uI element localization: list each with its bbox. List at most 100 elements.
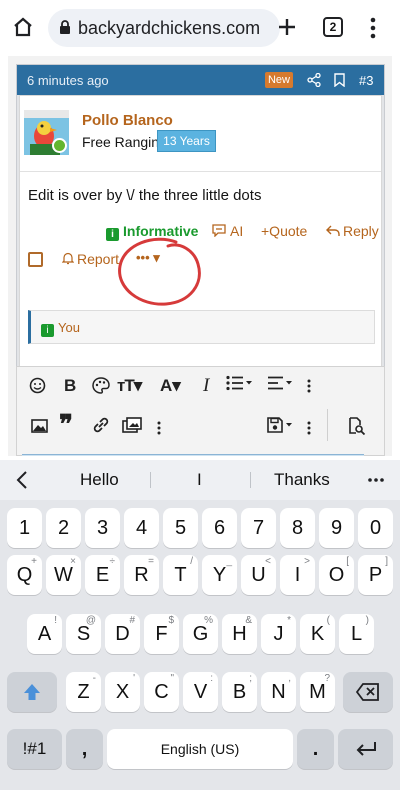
key-label: 2	[57, 517, 70, 539]
key-c[interactable]: " C	[144, 672, 179, 712]
suggestion-2[interactable]: I	[197, 470, 202, 490]
key-p[interactable]: ] P	[358, 555, 393, 595]
key-q[interactable]: + Q	[7, 555, 42, 595]
italic-icon[interactable]: I	[203, 375, 209, 397]
key-k[interactable]: (K	[300, 614, 335, 654]
select-post-checkbox[interactable]	[28, 252, 43, 267]
image-icon[interactable]	[31, 417, 48, 439]
key-b[interactable]: ; B	[222, 672, 257, 712]
post-timestamp[interactable]: 6 minutes ago	[27, 73, 109, 88]
key-7[interactable]: 7	[241, 508, 276, 548]
key-label: 4	[135, 517, 148, 539]
smile-icon[interactable]	[29, 377, 46, 399]
page-gutter	[0, 56, 8, 456]
preview-icon[interactable]	[347, 417, 366, 439]
font-color-icon[interactable]: A▾	[160, 375, 181, 397]
key-label: J	[273, 623, 284, 645]
key-0[interactable]: 0	[358, 508, 393, 548]
key-e[interactable]: ÷ E	[85, 555, 120, 595]
home-icon[interactable]	[12, 16, 34, 38]
key-hint: $	[168, 615, 174, 626]
key-1[interactable]: 1	[7, 508, 42, 548]
media-icon[interactable]	[122, 417, 142, 439]
palette-icon[interactable]	[92, 377, 110, 399]
enter-key[interactable]	[338, 729, 393, 769]
key-label: 7	[252, 517, 265, 539]
key-d[interactable]: # D	[105, 614, 140, 654]
link-icon[interactable]	[92, 417, 110, 439]
key-hint: -	[92, 673, 96, 684]
key-l[interactable]: ) L	[339, 614, 374, 654]
key-z[interactable]: -Z	[66, 672, 101, 712]
shift-key[interactable]	[7, 672, 57, 712]
comma-key[interactable]: ,	[66, 729, 103, 769]
share-icon[interactable]	[307, 73, 321, 87]
quote-button[interactable]: +Quote	[261, 223, 307, 239]
list-icon[interactable]	[226, 375, 252, 397]
more-vertical-icon[interactable]	[157, 419, 161, 441]
key-hint: )	[365, 615, 369, 626]
period-key[interactable]: .	[297, 729, 334, 769]
key-hint: ,	[288, 673, 291, 684]
key-hint: *	[287, 615, 291, 626]
key-s[interactable]: @ S	[66, 614, 101, 654]
reply-button[interactable]: Reply	[326, 223, 379, 239]
key-h[interactable]: & H	[222, 614, 257, 654]
key-g[interactable]: % G	[183, 614, 218, 654]
editor-text-area[interactable]	[22, 454, 364, 456]
username-link[interactable]: Pollo Blanco	[82, 112, 173, 129]
key-6[interactable]: 6	[202, 508, 237, 548]
report-button[interactable]: Report	[61, 251, 119, 267]
more-vertical-icon[interactable]	[307, 377, 311, 399]
key-o[interactable]: [O	[319, 555, 354, 595]
text-size-icon[interactable]: тT▾	[117, 375, 142, 397]
key-label: K	[310, 623, 325, 645]
bookmark-icon[interactable]	[334, 73, 345, 87]
key-v[interactable]: :V	[183, 672, 218, 712]
address-bar[interactable]: backyardchickens.com	[48, 9, 280, 47]
key-9[interactable]: 9	[319, 508, 354, 548]
key-w[interactable]: × W	[46, 555, 81, 595]
key-5[interactable]: 5	[163, 508, 198, 548]
suggestion-3[interactable]: Thanks	[274, 470, 330, 490]
key-8[interactable]: 8	[280, 508, 315, 548]
symbols-key[interactable]: !#1	[7, 729, 62, 769]
bold-icon[interactable]: B	[64, 375, 76, 397]
backspace-key[interactable]	[343, 672, 393, 712]
key-r[interactable]: = R	[124, 555, 159, 595]
tab-switcher-button[interactable]: 2	[323, 17, 343, 37]
key-j[interactable]: * J	[261, 614, 296, 654]
save-draft-icon[interactable]	[267, 417, 295, 439]
key-label: Z	[77, 681, 90, 703]
browser-menu-icon[interactable]	[370, 17, 376, 39]
key-3[interactable]: 3	[85, 508, 120, 548]
key-x[interactable]: ' X	[105, 672, 140, 712]
key-label: F	[155, 623, 168, 645]
quote-icon[interactable]: ❞	[59, 412, 73, 438]
key-m[interactable]: ? M	[300, 672, 335, 712]
suggestion-1[interactable]: Hello	[80, 470, 119, 490]
key-label: 1	[18, 517, 31, 539]
key-t[interactable]: / T	[163, 555, 198, 595]
membership-years-badge: 13 Years	[157, 130, 216, 152]
new-tab-icon[interactable]	[277, 17, 297, 37]
spacebar[interactable]: English (US)	[107, 729, 293, 769]
post-body: Pollo Blanco Free Ranging 13 Years Edit …	[19, 95, 382, 375]
ai-label: AI	[230, 223, 244, 239]
chevron-left-icon[interactable]	[16, 471, 28, 489]
more-horizontal-icon[interactable]	[368, 478, 384, 482]
post-number[interactable]: #3	[359, 73, 373, 88]
key-y[interactable]: _ Y	[202, 555, 237, 595]
key-4[interactable]: 4	[124, 508, 159, 548]
key-2[interactable]: 2	[46, 508, 81, 548]
align-icon[interactable]	[267, 375, 293, 397]
key-u[interactable]: < U	[241, 555, 276, 595]
reactions-summary[interactable]: i You	[28, 310, 375, 344]
ai-button[interactable]: AI	[212, 223, 243, 239]
key-i[interactable]: > I	[280, 555, 315, 595]
rich-text-editor: B тT▾ A▾ I ❞	[16, 366, 385, 456]
key-a[interactable]: ! A	[27, 614, 62, 654]
more-vertical-icon[interactable]	[307, 419, 311, 441]
key-f[interactable]: $ F	[144, 614, 179, 654]
key-n[interactable]: ,N	[261, 672, 296, 712]
